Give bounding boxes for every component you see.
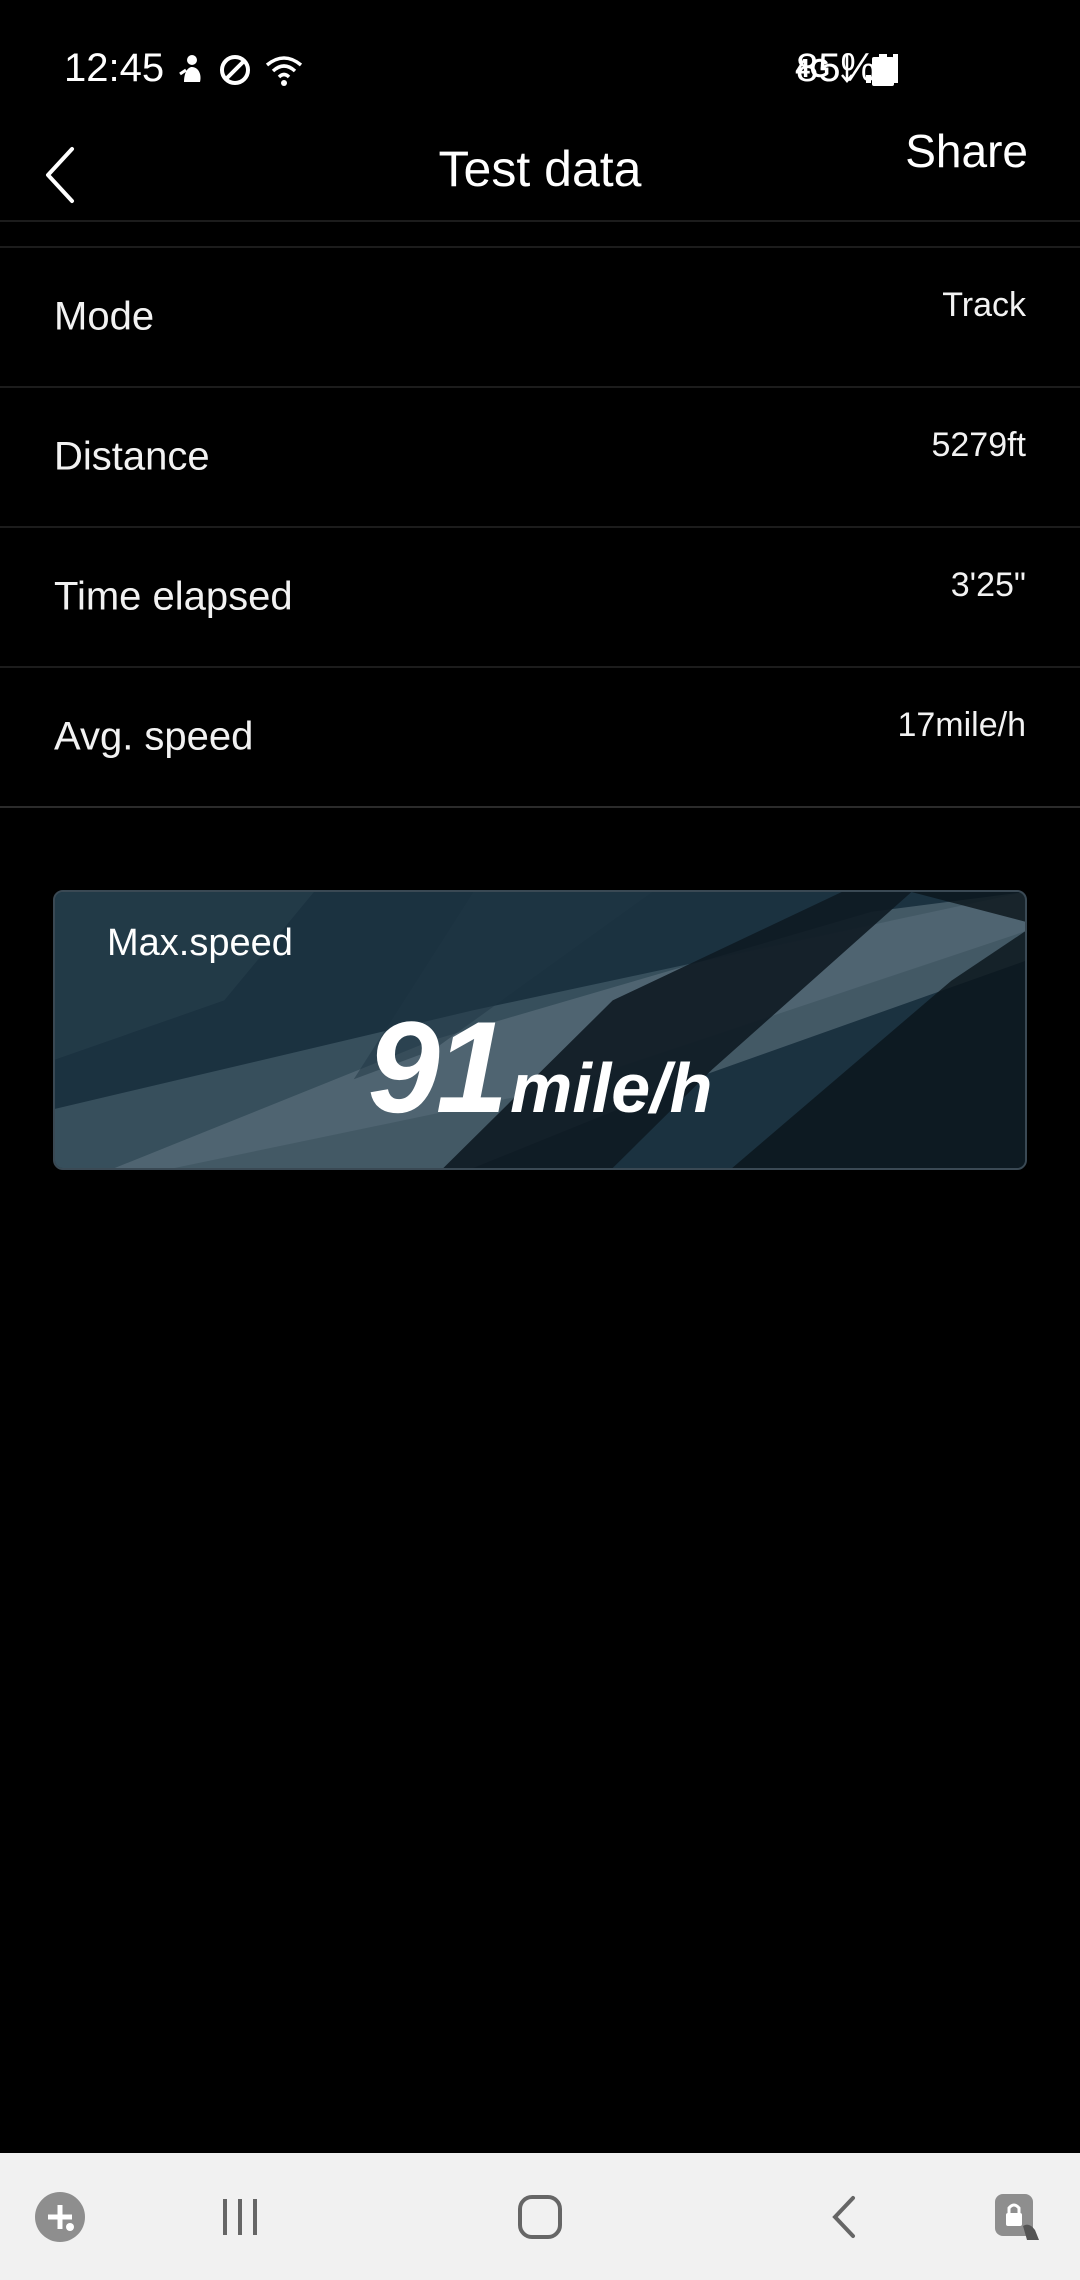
- status-left-icons: [176, 50, 304, 90]
- home-button[interactable]: [500, 2153, 580, 2280]
- row-value: 17mile/h: [897, 706, 1026, 744]
- row-value: Track: [942, 286, 1026, 324]
- max-speed-number: 91: [367, 994, 509, 1140]
- game-launcher-button[interactable]: [20, 2153, 100, 2280]
- row-avg-speed: Avg. speed 17mile/h: [0, 668, 1080, 808]
- max-speed-card: Max.speed 91mile/h: [53, 890, 1027, 1170]
- screen-lock-button[interactable]: [978, 2153, 1058, 2280]
- app-header: Test data Share: [0, 120, 1080, 222]
- battery-icon: [872, 54, 894, 86]
- lock-icon: [995, 2193, 1039, 2240]
- status-bar: 12:45 4G 85%: [0, 0, 1080, 140]
- system-nav-bar: [0, 2153, 1080, 2280]
- row-label: Avg. speed: [54, 714, 254, 759]
- row-time-elapsed: Time elapsed 3'25": [0, 528, 1080, 668]
- share-button[interactable]: Share: [905, 124, 1028, 178]
- max-speed-unit: mile/h: [510, 1049, 713, 1127]
- row-value: 5279ft: [931, 426, 1026, 464]
- row-mode: Mode Track: [0, 248, 1080, 388]
- row-value: 3'25": [950, 566, 1026, 604]
- wifi-icon: [265, 56, 303, 86]
- row-label: Mode: [54, 294, 155, 339]
- status-time: 12:45: [64, 46, 165, 90]
- row-distance: Distance 5279ft: [0, 388, 1080, 528]
- max-speed-value: 91mile/h: [55, 992, 1025, 1142]
- back-icon: [832, 2195, 855, 2238]
- nav-back-button[interactable]: [804, 2153, 884, 2280]
- max-speed-label: Max.speed: [107, 922, 293, 964]
- row-label: Time elapsed: [54, 574, 293, 619]
- home-icon: [518, 2194, 562, 2239]
- game-launcher-icon: [35, 2191, 85, 2242]
- notification-figure-icon: [179, 55, 201, 82]
- recents-icon: [223, 2198, 257, 2235]
- recents-button[interactable]: [200, 2153, 280, 2280]
- row-label: Distance: [54, 434, 210, 479]
- battery-percentage: 85%: [796, 46, 877, 90]
- do-not-disturb-icon: [220, 55, 250, 85]
